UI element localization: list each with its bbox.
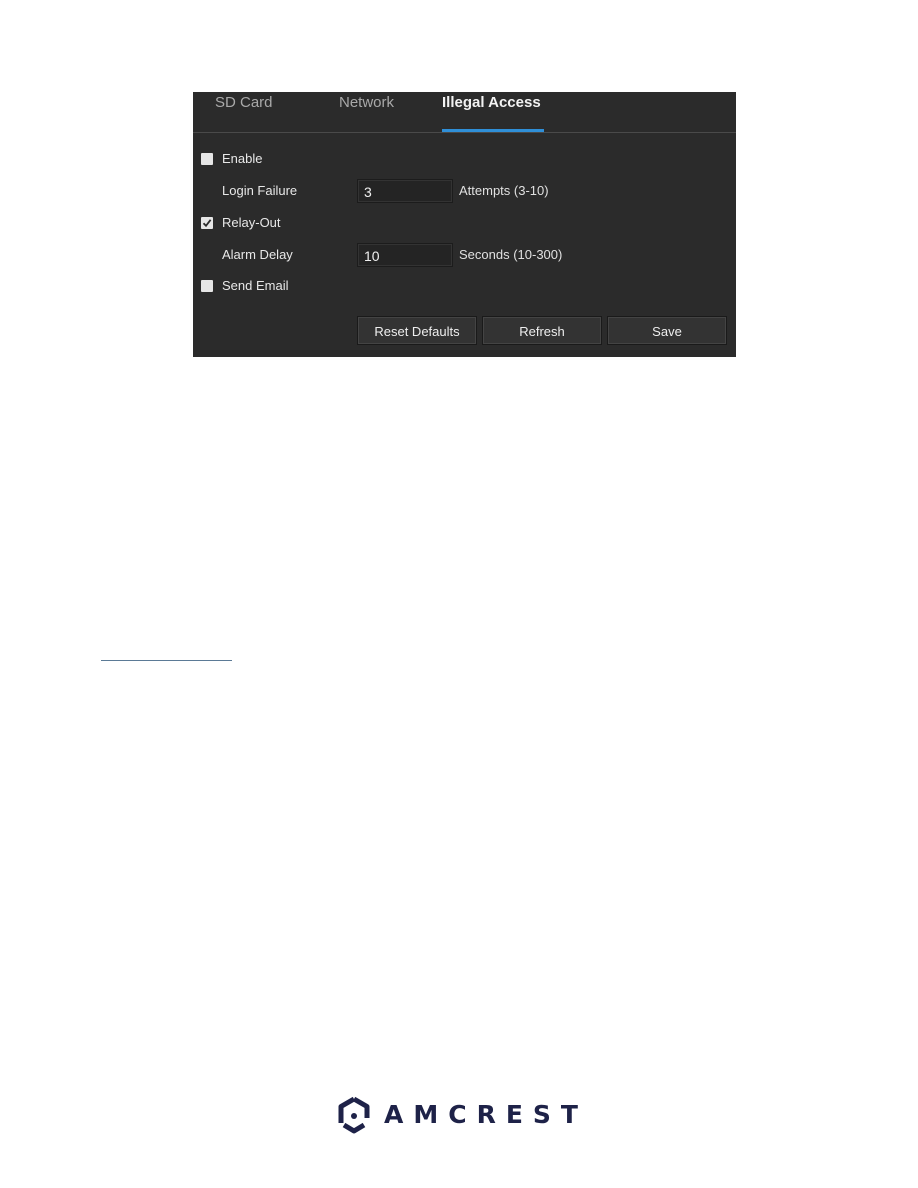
amcrest-wordmark: AMCREST — [384, 1100, 588, 1129]
send-email-label: Send Email — [222, 278, 289, 293]
tab-network[interactable]: Network — [339, 94, 394, 111]
alarm-delay-label: Alarm Delay — [222, 247, 293, 262]
tab-illegal-access[interactable]: Illegal Access — [442, 94, 541, 111]
amcrest-hex-icon — [338, 1096, 370, 1134]
illegal-access-panel: SD Card Network Illegal Access Enable Lo… — [193, 92, 736, 357]
alarm-delay-unit: Seconds (10-300) — [459, 247, 563, 262]
enable-checkbox[interactable] — [201, 153, 213, 165]
active-tab-indicator — [442, 129, 544, 132]
login-failure-label: Login Failure — [222, 183, 298, 198]
send-email-checkbox[interactable] — [201, 280, 213, 292]
refresh-button[interactable]: Refresh — [482, 316, 602, 345]
tab-bar: SD Card Network Illegal Access — [193, 92, 736, 133]
login-failure-unit: Attempts (3-10) — [459, 183, 549, 198]
checkmark-icon — [202, 219, 212, 228]
tab-sd-card[interactable]: SD Card — [215, 94, 273, 111]
enable-label: Enable — [222, 151, 263, 166]
reset-defaults-button[interactable]: Reset Defaults — [357, 316, 477, 345]
hyperlink-underline[interactable] — [101, 660, 232, 661]
save-button[interactable]: Save — [607, 316, 727, 345]
relay-out-checkbox[interactable] — [201, 217, 213, 229]
relay-out-label: Relay-Out — [222, 215, 281, 230]
login-failure-input[interactable]: 3 — [357, 179, 453, 203]
alarm-delay-input[interactable]: 10 — [357, 243, 453, 267]
